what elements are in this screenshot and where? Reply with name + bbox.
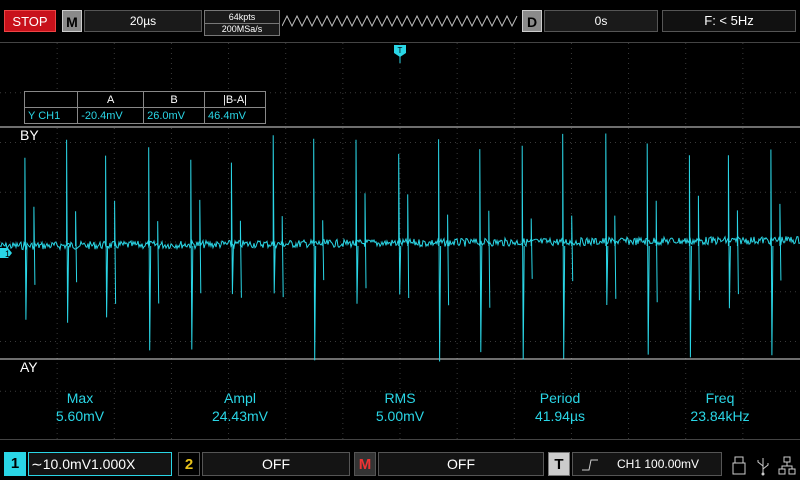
trigger-info: CH1 100.00mV — [617, 457, 700, 471]
memory-depth-box[interactable]: 64kpts 200MSa/s — [204, 10, 280, 36]
trigger-marker-label: T — [398, 46, 403, 55]
measure-max-value: 5.60mV — [55, 408, 105, 424]
ch1-setting[interactable]: ∼10.0mV1.000X — [28, 452, 172, 476]
trigger-edge-icon — [582, 459, 598, 471]
cursor-readout-table: A B |B-A| Y CH1 -20.4mV 26.0mV 46.4mV — [23, 91, 266, 124]
bottom-bar: 1 ∼10.0mV1.000X 2 OFF M OFF T CH1 100.00… — [0, 446, 800, 480]
measurement-panel: Max 5.60mV Ampl 24.43mV RMS 5.00mV Perio… — [0, 389, 800, 435]
cursor-a-value: -20.4mV — [77, 107, 145, 124]
cursor-header-delta: |B-A| — [204, 91, 266, 108]
memory-depth: 64kpts — [205, 12, 279, 24]
measure-max[interactable]: Max 5.60mV — [20, 389, 140, 425]
trigger-frequency: F: < 5Hz — [662, 10, 796, 32]
cursor-by-label: BY — [20, 127, 39, 143]
cursor-delta-value: 46.4mV — [204, 107, 266, 124]
ch1-trace — [0, 133, 800, 362]
measure-period-label: Period — [539, 390, 581, 406]
usb-storage-icon — [732, 456, 746, 475]
measure-freq[interactable]: Freq 23.84kHz — [660, 389, 780, 425]
ch2-state[interactable]: OFF — [202, 452, 350, 476]
measure-max-label: Max — [66, 390, 94, 406]
measure-ampl[interactable]: Ampl 24.43mV — [180, 389, 300, 425]
measure-ampl-label: Ampl — [224, 390, 256, 406]
measure-period-value: 41.94µs — [534, 408, 586, 424]
cursor-header-b: B — [143, 91, 206, 108]
ch1-marker-label: 1 — [5, 249, 10, 259]
ch1-button[interactable]: 1 — [4, 452, 26, 476]
network-icon — [778, 456, 796, 475]
run-stop-button[interactable]: STOP — [4, 10, 56, 32]
measure-freq-label: Freq — [705, 390, 735, 406]
top-bar: STOP M 20µs 64kpts 200MSa/s D 0s F: < 5H… — [0, 0, 800, 42]
math-button[interactable]: M — [354, 452, 376, 476]
delay-tag[interactable]: D — [522, 10, 542, 32]
measure-ampl-value: 24.43mV — [211, 408, 269, 424]
cursor-ay-label: AY — [20, 359, 38, 375]
waveform-display[interactable]: T 1 A B |B-A| Y CH1 -20.4mV 26.0mV 46.4m… — [0, 42, 800, 441]
trigger-button[interactable]: T — [548, 452, 570, 476]
measure-freq-value: 23.84kHz — [690, 408, 750, 424]
ch2-button[interactable]: 2 — [178, 452, 200, 476]
cursor-header-blank — [23, 91, 79, 108]
measure-rms-value: 5.00mV — [375, 408, 425, 424]
usb-icon — [757, 458, 769, 476]
sample-rate: 200MSa/s — [221, 24, 263, 34]
measure-rms[interactable]: RMS 5.00mV — [340, 389, 460, 425]
cursor-row-label: Y CH1 — [23, 107, 79, 124]
waveform-overview-bar — [282, 14, 518, 28]
timebase-mode-tag[interactable]: M — [62, 10, 82, 32]
measure-rms-label: RMS — [384, 390, 416, 406]
cursor-header-a: A — [77, 91, 145, 108]
math-state[interactable]: OFF — [378, 452, 544, 476]
delay-field[interactable]: 0s — [544, 10, 658, 32]
measure-period[interactable]: Period 41.94µs — [500, 389, 620, 425]
cursor-b-value: 26.0mV — [143, 107, 206, 124]
timebase-field[interactable]: 20µs — [84, 10, 202, 32]
